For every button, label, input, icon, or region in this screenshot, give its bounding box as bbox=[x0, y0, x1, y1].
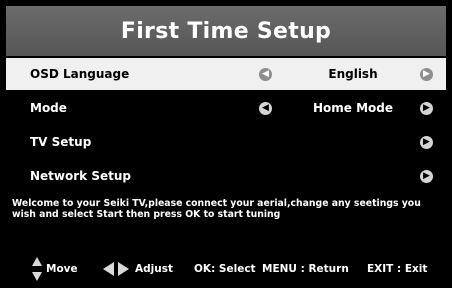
hint-adjust-label: Adjust bbox=[135, 263, 173, 275]
up-down-arrow-icon bbox=[32, 257, 42, 281]
menu-item-value: Home Mode bbox=[312, 101, 394, 115]
hint-exit-label: EXIT : Exit bbox=[367, 263, 428, 275]
hint-return: MENU : Return bbox=[262, 254, 349, 284]
hint-adjust: Adjust bbox=[135, 254, 173, 284]
key-hint-bar: Move Adjust OK: Select MENU : Return EXI… bbox=[0, 254, 452, 284]
chevron-right-icon[interactable]: ▶ bbox=[420, 135, 433, 149]
hint-select-label: OK: Select bbox=[194, 263, 256, 275]
first-time-setup-screen: First Time Setup OSD Language ◀ English … bbox=[0, 0, 452, 288]
page-title: First Time Setup bbox=[6, 6, 446, 56]
left-right-arrow-icon bbox=[103, 262, 129, 276]
menu-item-label: TV Setup bbox=[30, 135, 92, 149]
hint-select: OK: Select bbox=[194, 254, 256, 284]
chevron-right-icon[interactable]: ▶ bbox=[420, 67, 433, 81]
menu-item-mode[interactable]: Mode ◀ Home Mode ▶ bbox=[6, 92, 446, 124]
hint-exit: EXIT : Exit bbox=[367, 254, 427, 284]
menu-item-label: Mode bbox=[30, 101, 67, 115]
chevron-left-icon[interactable]: ◀ bbox=[259, 101, 272, 115]
hint-return-label: MENU : Return bbox=[262, 263, 349, 275]
menu-item-tv-setup[interactable]: TV Setup ▶ bbox=[6, 126, 446, 158]
chevron-left-icon[interactable]: ◀ bbox=[259, 67, 272, 81]
setup-menu: OSD Language ◀ English ▶ Mode ◀ Home Mod… bbox=[6, 58, 446, 194]
hint-move-label: Move bbox=[46, 263, 78, 275]
hint-move: Move bbox=[46, 254, 78, 284]
menu-item-label: Network Setup bbox=[30, 169, 131, 183]
menu-item-value: English bbox=[328, 67, 378, 81]
menu-item-network-setup[interactable]: Network Setup ▶ bbox=[6, 160, 446, 192]
chevron-right-icon[interactable]: ▶ bbox=[420, 169, 433, 183]
welcome-message: Welcome to your Seiki TV,please connect … bbox=[12, 198, 421, 220]
menu-item-label: OSD Language bbox=[30, 67, 130, 81]
menu-item-osd-language[interactable]: OSD Language ◀ English ▶ bbox=[6, 58, 446, 90]
chevron-right-icon[interactable]: ▶ bbox=[420, 101, 433, 115]
